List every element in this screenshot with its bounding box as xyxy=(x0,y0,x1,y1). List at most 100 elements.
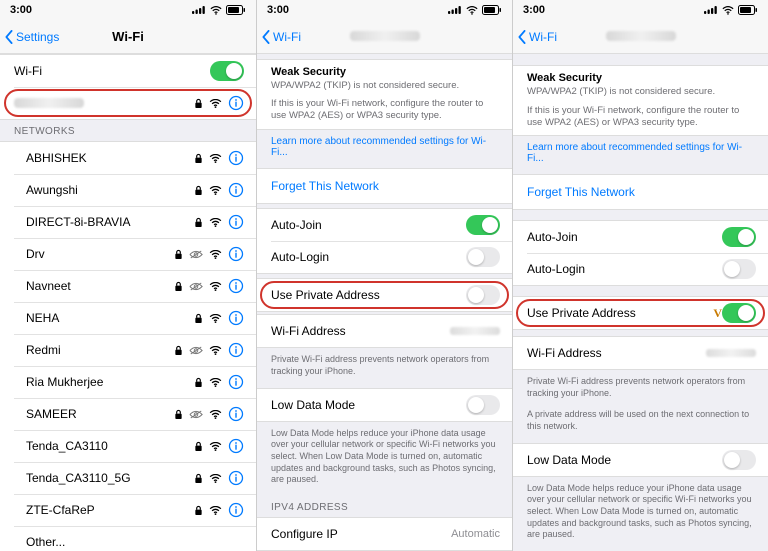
back-label: Settings xyxy=(16,30,59,44)
private-address-row[interactable]: Use Private Address V xyxy=(513,297,768,329)
network-row[interactable]: Drv xyxy=(0,238,256,270)
cellular-icon xyxy=(448,6,462,14)
info-button[interactable] xyxy=(228,406,244,422)
network-row[interactable]: Tenda_CA3110_5G xyxy=(0,462,256,494)
auto-login-toggle[interactable] xyxy=(466,247,500,267)
nav-bar: Settings Wi-Fi xyxy=(0,20,256,54)
status-bar: 3:00 xyxy=(513,0,768,20)
wifi-signal-icon xyxy=(209,218,222,227)
info-button[interactable] xyxy=(228,246,244,262)
lock-icon xyxy=(174,281,183,292)
detail-scroll[interactable]: Weak Security WPA/WPA2 (TKIP) is not con… xyxy=(513,54,768,551)
phone-detail-off: 3:00 Wi-Fi Weak Security WPA/WPA2 (TKIP)… xyxy=(256,0,512,551)
network-row[interactable]: ABHISHEK xyxy=(0,142,256,174)
network-ssid: ZTE-CfaReP xyxy=(26,503,194,517)
info-button[interactable] xyxy=(228,278,244,294)
auto-group: Auto-Join Auto-Login xyxy=(513,220,768,286)
lock-icon xyxy=(194,505,203,516)
weak-security-title: Weak Security xyxy=(527,72,756,84)
cellular-icon xyxy=(192,6,206,14)
auto-join-row[interactable]: Auto-Join xyxy=(513,221,768,253)
back-label: Wi-Fi xyxy=(273,30,301,44)
wifi-toggle-label: Wi-Fi xyxy=(14,64,210,78)
network-row[interactable]: DIRECT-8i-BRAVIA xyxy=(0,206,256,238)
wifi-signal-icon xyxy=(209,474,222,483)
wifi-list-scroll[interactable]: Wi-Fi NETWORKS ABHISHEKAwungshiDIRECT-8i… xyxy=(0,54,256,551)
back-button[interactable]: Wi-Fi xyxy=(261,30,301,44)
forget-group: Forget This Network xyxy=(513,174,768,210)
auto-login-row[interactable]: Auto-Login xyxy=(257,241,512,273)
wifi-address-group: Wi-Fi Address xyxy=(513,336,768,370)
private-address-footer-b: A private address will be used on the ne… xyxy=(513,409,768,442)
wifi-address-value-blurred xyxy=(706,349,756,357)
detail-scroll[interactable]: Weak Security WPA/WPA2 (TKIP) is not con… xyxy=(257,54,512,551)
status-time: 3:00 xyxy=(10,4,32,16)
info-button[interactable] xyxy=(228,374,244,390)
info-button[interactable] xyxy=(228,214,244,230)
status-bar: 3:00 xyxy=(0,0,256,20)
weak-security-title: Weak Security xyxy=(271,66,500,78)
learn-more-link[interactable]: Learn more about recommended settings fo… xyxy=(513,136,768,174)
back-button[interactable]: Settings xyxy=(4,30,59,44)
private-address-row[interactable]: Use Private Address xyxy=(257,279,512,311)
network-row[interactable]: ZTE-CfaReP xyxy=(0,494,256,526)
network-row[interactable]: Ria Mukherjee xyxy=(0,366,256,398)
low-data-footer: Low Data Mode helps reduce your iPhone d… xyxy=(513,477,768,551)
forget-network-button[interactable]: Forget This Network xyxy=(257,169,512,203)
privacy-off-icon xyxy=(189,410,203,419)
info-button[interactable] xyxy=(228,470,244,486)
lock-icon xyxy=(174,345,183,356)
private-address-toggle[interactable] xyxy=(722,303,756,323)
info-button[interactable] xyxy=(228,342,244,358)
auto-join-toggle[interactable] xyxy=(466,215,500,235)
network-row[interactable]: Navneet xyxy=(0,270,256,302)
networks-group: ABHISHEK Awungshi DIRECT-8i-BRAVIADrvNavne… xyxy=(0,141,256,551)
nav-title-blurred xyxy=(606,31,676,41)
auto-join-row[interactable]: Auto-Join xyxy=(257,209,512,241)
info-button[interactable] xyxy=(228,95,244,111)
network-ssid: NEHA xyxy=(26,311,194,325)
wifi-signal-icon xyxy=(209,378,222,387)
network-row[interactable]: NEHA xyxy=(0,302,256,334)
network-ssid: Awungshi xyxy=(26,183,194,197)
wifi-signal-icon xyxy=(209,282,222,291)
lock-icon xyxy=(174,409,183,420)
info-button[interactable] xyxy=(228,502,244,518)
auto-login-toggle[interactable] xyxy=(722,259,756,279)
network-row[interactable]: Awungshi xyxy=(0,174,256,206)
wifi-toggle[interactable] xyxy=(210,61,244,81)
ipv4-group: Configure IP Automatic xyxy=(257,517,512,551)
low-data-toggle[interactable] xyxy=(722,450,756,470)
info-button[interactable] xyxy=(228,310,244,326)
private-address-group: Use Private Address V xyxy=(513,296,768,330)
learn-more-link[interactable]: Learn more about recommended settings fo… xyxy=(257,130,512,168)
auto-join-toggle[interactable] xyxy=(722,227,756,247)
private-address-toggle[interactable] xyxy=(466,285,500,305)
connected-network-row[interactable] xyxy=(0,87,256,119)
chevron-left-icon xyxy=(261,30,271,44)
other-network-row[interactable]: Other... xyxy=(0,526,256,551)
status-bar: 3:00 xyxy=(257,0,512,20)
chevron-left-icon xyxy=(4,30,14,44)
connected-ssid-blurred xyxy=(14,98,84,108)
low-data-row[interactable]: Low Data Mode xyxy=(513,444,768,476)
battery-icon xyxy=(226,5,246,15)
low-data-row[interactable]: Low Data Mode xyxy=(257,389,512,421)
configure-ip-row[interactable]: Configure IP Automatic xyxy=(257,518,512,550)
network-row[interactable]: Redmi xyxy=(0,334,256,366)
info-button[interactable] xyxy=(228,182,244,198)
wifi-toggle-row[interactable]: Wi-Fi xyxy=(0,55,256,87)
info-button[interactable] xyxy=(228,150,244,166)
back-button[interactable]: Wi-Fi xyxy=(517,30,557,44)
network-row[interactable]: SAMEER xyxy=(0,398,256,430)
forget-network-button[interactable]: Forget This Network xyxy=(513,175,768,209)
auto-login-row[interactable]: Auto-Login xyxy=(513,253,768,285)
privacy-off-icon xyxy=(189,346,203,355)
other-label: Other... xyxy=(26,535,244,549)
lock-icon xyxy=(194,473,203,484)
wifi-signal-icon xyxy=(209,314,222,323)
phone-wifi-list: 3:00 Settings Wi-Fi Wi-Fi xyxy=(0,0,256,551)
network-row[interactable]: Tenda_CA3110 xyxy=(0,430,256,462)
low-data-toggle[interactable] xyxy=(466,395,500,415)
info-button[interactable] xyxy=(228,438,244,454)
